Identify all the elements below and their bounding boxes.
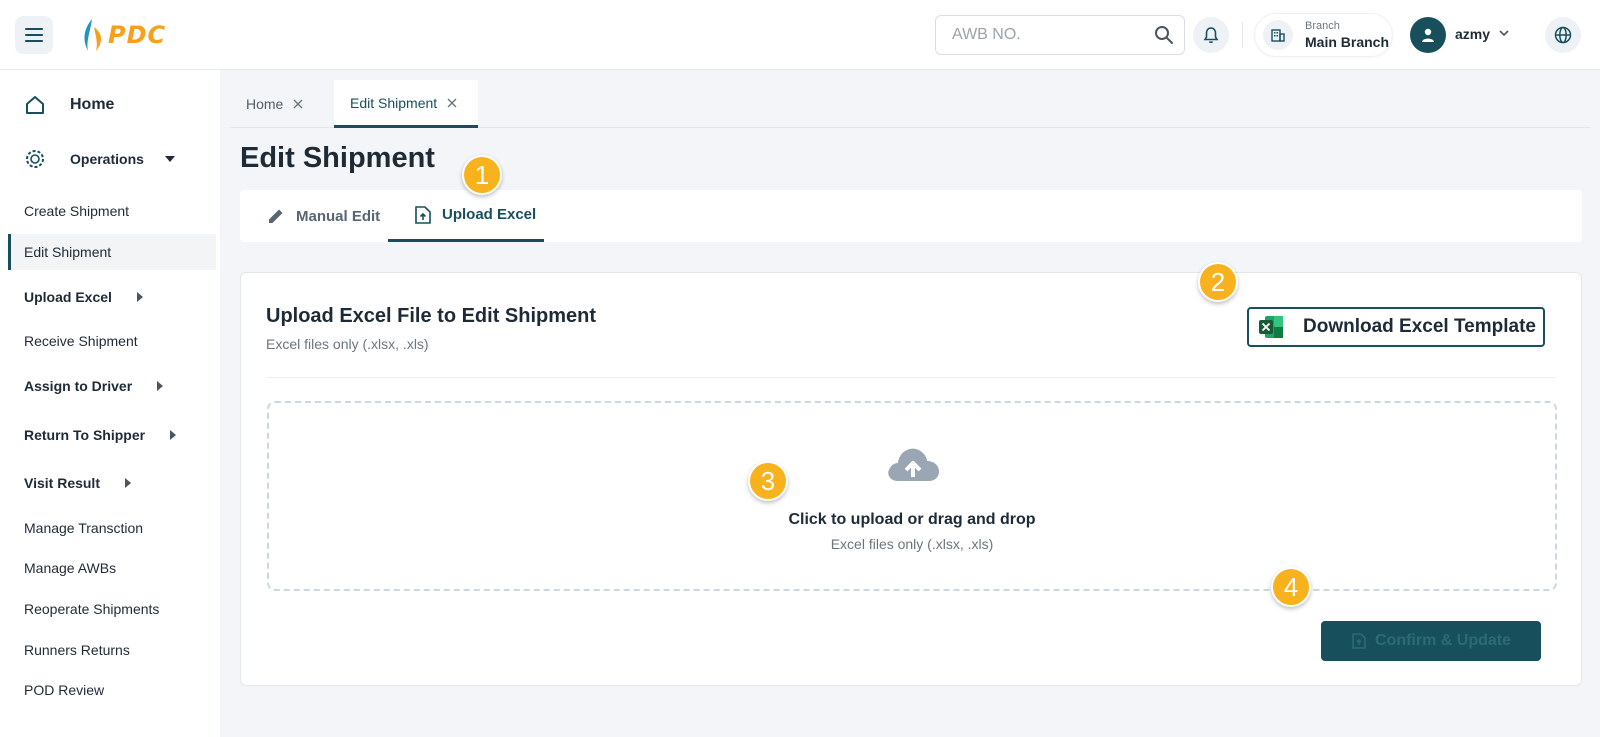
sidebar-item-label: Visit Result	[24, 475, 100, 491]
sidebar-item-label: POD Review	[24, 682, 105, 698]
chevron-down-icon[interactable]	[1497, 26, 1511, 40]
branch-value: Main Branch	[1305, 34, 1390, 50]
sidebar-item-label: Runners Returns	[24, 642, 130, 658]
home-icon	[26, 96, 44, 114]
sidebar-item-label: Reoperate Shipments	[24, 601, 160, 617]
sidebar-item-operations[interactable]: Operations	[8, 142, 216, 176]
sidebar-item-label: Edit Shipment	[24, 244, 112, 260]
caret-right-icon	[157, 381, 164, 391]
tab-manual-edit[interactable]: Manual Edit	[266, 190, 390, 242]
file-upload-icon	[1352, 633, 1366, 649]
download-template-label: Download Excel Template	[1303, 316, 1536, 337]
tab-label: Edit Shipment	[350, 94, 438, 111]
caret-right-icon	[136, 292, 143, 302]
upload-subtitle: Excel files only (.xlsx, .xls)	[266, 336, 429, 352]
notifications-button[interactable]	[1193, 17, 1229, 53]
username[interactable]: azmy	[1455, 26, 1490, 42]
sidebar-item-upload-excel[interactable]: Upload Excel	[8, 280, 216, 314]
top-header: PDC Branch Main Branch azmy	[0, 0, 1600, 70]
sidebar-item-pod-review[interactable]: POD Review	[8, 673, 216, 707]
search-icon[interactable]	[1154, 25, 1174, 45]
branch-selector[interactable]: Branch Main Branch	[1255, 14, 1392, 56]
sidebar-item-create-shipment[interactable]: Create Shipment	[8, 194, 216, 228]
sidebar-item-assign-to-driver[interactable]: Assign to Driver	[8, 369, 216, 403]
card-divider	[266, 377, 1556, 378]
sidebar-item-label: Manage AWBs	[24, 560, 117, 576]
awb-search-input[interactable]	[936, 16, 1136, 54]
main-content: Home Edit Shipment Edit Shipment Manual …	[230, 80, 1590, 737]
caret-right-icon	[125, 478, 131, 488]
tab-label: Home	[246, 96, 284, 112]
excel-icon	[1259, 316, 1283, 338]
caret-down-icon	[164, 156, 175, 162]
step-marker-2: 2	[1198, 262, 1238, 302]
confirm-update-label: Confirm & Update	[1375, 632, 1511, 649]
sidebar-item-label: Manage Transction	[24, 520, 144, 536]
close-icon[interactable]	[293, 99, 303, 109]
logo-flame-icon	[84, 19, 102, 51]
download-template-button[interactable]: Download Excel Template	[1247, 307, 1545, 347]
step-marker-4: 4	[1271, 567, 1311, 607]
edit-mode-tabs: Manual Edit Upload Excel	[240, 190, 1582, 242]
bell-icon	[1203, 27, 1219, 44]
sidebar-item-runners-returns[interactable]: Runners Returns	[8, 633, 216, 667]
sidebar: Home Operations Create Shipment Edit Shi…	[0, 70, 220, 737]
header-divider	[1242, 22, 1243, 48]
tab-label: Upload Excel	[442, 206, 537, 223]
upload-card: Upload Excel File to Edit Shipment Excel…	[240, 272, 1582, 686]
tab-home[interactable]: Home	[230, 80, 334, 128]
hamburger-menu-button[interactable]	[15, 16, 53, 54]
sidebar-item-label: Create Shipment	[24, 203, 130, 219]
step-marker-3: 3	[748, 461, 788, 501]
user-avatar[interactable]	[1410, 17, 1446, 53]
sidebar-item-visit-result[interactable]: Visit Result	[8, 466, 216, 500]
operations-gear-icon	[26, 150, 44, 168]
tab-label: Manual Edit	[296, 207, 381, 225]
dropzone-subtitle: Excel files only (.xlsx, .xls)	[830, 536, 994, 552]
sidebar-item-return-to-shipper[interactable]: Return To Shipper	[8, 418, 216, 452]
sidebar-item-receive-shipment[interactable]: Receive Shipment	[8, 324, 216, 358]
dropzone-title: Click to upload or drag and drop	[788, 511, 1036, 528]
sidebar-item-edit-shipment[interactable]: Edit Shipment	[8, 234, 216, 270]
sidebar-item-label: Home	[70, 96, 115, 113]
awb-search	[935, 15, 1185, 55]
sidebar-item-reoperate-shipments[interactable]: Reoperate Shipments	[8, 592, 216, 626]
sidebar-item-label: Upload Excel	[24, 289, 112, 305]
globe-icon	[1554, 26, 1572, 44]
close-icon[interactable]	[447, 98, 457, 108]
sidebar-item-manage-awbs[interactable]: Manage AWBs	[8, 551, 216, 585]
hamburger-icon	[25, 28, 43, 42]
sidebar-item-label: Assign to Driver	[24, 378, 133, 394]
upload-title: Upload Excel File to Edit Shipment	[266, 305, 597, 327]
page-title: Edit Shipment	[240, 142, 435, 174]
sidebar-item-label: Operations	[70, 151, 144, 167]
logo-text: PDC	[108, 21, 167, 49]
language-button[interactable]	[1545, 17, 1581, 53]
pdc-logo[interactable]: PDC	[80, 16, 166, 54]
sidebar-item-label: Receive Shipment	[24, 333, 138, 349]
sidebar-item-home[interactable]: Home	[8, 88, 216, 122]
confirm-update-button[interactable]: Confirm & Update	[1321, 621, 1541, 661]
tab-upload-excel[interactable]: Upload Excel	[388, 190, 544, 242]
file-upload-icon	[415, 205, 431, 224]
pencil-icon	[269, 209, 283, 223]
file-dropzone[interactable]: Click to upload or drag and drop Excel f…	[267, 401, 1557, 591]
step-marker-1: 1	[462, 155, 502, 195]
tab-bar: Home Edit Shipment	[230, 80, 1590, 128]
user-icon	[1422, 28, 1434, 42]
tab-edit-shipment[interactable]: Edit Shipment	[334, 80, 478, 128]
sidebar-item-manage-transction[interactable]: Manage Transction	[8, 511, 216, 545]
building-icon	[1263, 20, 1293, 50]
cloud-upload-icon	[888, 448, 940, 481]
caret-right-icon	[170, 430, 177, 440]
branch-label: Branch	[1305, 20, 1340, 32]
sidebar-item-label: Return To Shipper	[24, 427, 146, 443]
